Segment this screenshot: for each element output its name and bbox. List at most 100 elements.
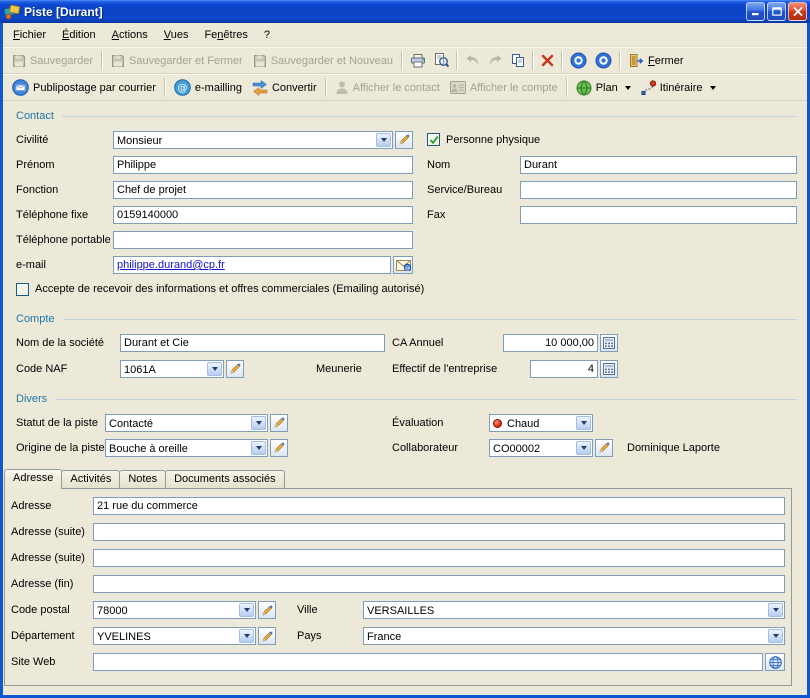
civilite-select[interactable]: Monsieur bbox=[113, 131, 393, 149]
itinerary-button[interactable]: Itinéraire bbox=[636, 77, 721, 99]
menu-edition[interactable]: Édition bbox=[54, 26, 104, 44]
code-postal-edit-button[interactable] bbox=[258, 601, 276, 619]
adresse-suite2-input[interactable] bbox=[93, 549, 785, 567]
plan-button[interactable]: Plan bbox=[571, 77, 636, 99]
ca-annuel-input[interactable] bbox=[503, 334, 598, 352]
maximize-restore-button[interactable] bbox=[767, 2, 786, 21]
statut-piste-select[interactable]: Contacté bbox=[105, 414, 268, 432]
departement-select[interactable]: YVELINES bbox=[93, 627, 256, 645]
save-new-button[interactable]: Sauvegarder et Nouveau bbox=[248, 50, 398, 72]
chevron-down-icon bbox=[256, 446, 262, 450]
undo-button[interactable] bbox=[461, 50, 484, 72]
effectif-input[interactable] bbox=[530, 360, 598, 378]
email-label: e-mail bbox=[16, 259, 113, 271]
window-body: Fichier Édition Actions Vues Fenêtres ? … bbox=[0, 23, 810, 698]
personne-physique-checkbox[interactable] bbox=[427, 133, 440, 146]
emailing-optin-checkbox[interactable] bbox=[16, 283, 29, 296]
service-bureau-input[interactable] bbox=[520, 181, 797, 199]
save-close-button[interactable]: Sauvegarder et Fermer bbox=[106, 50, 248, 72]
delete-button[interactable] bbox=[537, 50, 558, 72]
code-naf-edit-button[interactable] bbox=[226, 360, 244, 378]
adresse-fin-label: Adresse (fin) bbox=[11, 578, 93, 590]
print-button[interactable] bbox=[406, 50, 430, 72]
societe-input[interactable] bbox=[120, 334, 385, 352]
save-button[interactable]: Sauvegarder bbox=[7, 50, 98, 72]
tab-activites[interactable]: Activités bbox=[61, 470, 120, 488]
ville-select[interactable]: VERSAILLES bbox=[363, 601, 785, 619]
chevron-down-icon bbox=[212, 367, 218, 371]
service-bureau-label: Service/Bureau bbox=[427, 184, 520, 196]
previous-record-button[interactable] bbox=[566, 50, 591, 72]
adresse-input[interactable] bbox=[93, 497, 785, 515]
send-email-icon: @ bbox=[396, 260, 411, 271]
effectif-calculator-button[interactable] bbox=[600, 360, 618, 378]
menu-actions[interactable]: Actions bbox=[104, 26, 156, 44]
open-website-button[interactable] bbox=[765, 653, 785, 671]
show-account-button[interactable]: Afficher le compte bbox=[445, 77, 563, 99]
collaborateur-dropdown-button[interactable] bbox=[576, 441, 591, 455]
print-preview-button[interactable] bbox=[430, 50, 453, 72]
evaluation-select[interactable]: Chaud bbox=[489, 414, 593, 432]
civilite-dropdown-button[interactable] bbox=[376, 133, 391, 147]
menu-vues[interactable]: Vues bbox=[156, 26, 197, 44]
menu-fichier[interactable]: Fichier bbox=[5, 26, 54, 44]
mailmerge-button[interactable]: Publipostage par courrier bbox=[7, 77, 161, 99]
pays-select[interactable]: France bbox=[363, 627, 785, 645]
pays-dropdown-button[interactable] bbox=[768, 629, 783, 643]
origine-piste-edit-button[interactable] bbox=[270, 439, 288, 457]
send-email-button[interactable]: @ bbox=[393, 256, 413, 274]
adresse-fin-input[interactable] bbox=[93, 575, 785, 593]
civilite-value: Monsieur bbox=[114, 132, 375, 148]
civilite-row: Civilité Monsieur bbox=[16, 127, 797, 152]
telephone-portable-input[interactable] bbox=[113, 231, 413, 249]
fax-input[interactable] bbox=[520, 206, 797, 224]
civilite-edit-button[interactable] bbox=[395, 131, 413, 149]
origine-piste-select[interactable]: Bouche à oreille bbox=[105, 439, 268, 457]
code-naf-dropdown-button[interactable] bbox=[207, 362, 222, 376]
emailing-button[interactable]: @ e-mailling bbox=[169, 77, 247, 99]
pencil-icon bbox=[262, 631, 273, 642]
menu-aide[interactable]: ? bbox=[256, 26, 278, 44]
code-naf-select[interactable]: 1061A bbox=[120, 360, 224, 378]
evaluation-dropdown-button[interactable] bbox=[576, 416, 591, 430]
minimize-button[interactable] bbox=[746, 2, 765, 21]
origine-piste-label: Origine de la piste bbox=[16, 442, 105, 454]
chevron-down-icon bbox=[256, 421, 262, 425]
save-new-icon bbox=[253, 54, 267, 68]
tab-documents-associes[interactable]: Documents associés bbox=[165, 470, 285, 488]
redo-button[interactable] bbox=[484, 50, 507, 72]
civilite-label: Civilité bbox=[16, 134, 113, 146]
show-contact-button[interactable]: Afficher le contact bbox=[330, 77, 445, 99]
telephone-fixe-input[interactable] bbox=[113, 206, 413, 224]
site-web-input[interactable] bbox=[93, 653, 763, 671]
code-naf-label: Code NAF bbox=[16, 363, 120, 375]
tab-notes[interactable]: Notes bbox=[119, 470, 166, 488]
code-postal-select[interactable]: 78000 bbox=[93, 601, 256, 619]
close-form-button[interactable]: Fermer bbox=[624, 50, 688, 72]
tab-adresse[interactable]: Adresse bbox=[4, 469, 62, 489]
close-button[interactable] bbox=[788, 2, 807, 21]
fonction-input[interactable] bbox=[113, 181, 413, 199]
next-record-button[interactable] bbox=[591, 50, 616, 72]
convert-button[interactable]: Convertir bbox=[247, 77, 322, 99]
prenom-input[interactable] bbox=[113, 156, 413, 174]
origine-piste-dropdown-button[interactable] bbox=[251, 441, 266, 455]
adresse-label: Adresse bbox=[11, 500, 93, 512]
collaborateur-edit-button[interactable] bbox=[595, 439, 613, 457]
statut-piste-dropdown-button[interactable] bbox=[251, 416, 266, 430]
code-postal-dropdown-button[interactable] bbox=[239, 603, 254, 617]
departement-edit-button[interactable] bbox=[258, 627, 276, 645]
copy-button[interactable] bbox=[507, 50, 529, 72]
maximize-icon bbox=[772, 7, 782, 16]
app-window: Piste [Durant] Fichier Édition Actions V… bbox=[0, 0, 810, 698]
adresse-suite-input[interactable] bbox=[93, 523, 785, 541]
email-input[interactable] bbox=[113, 256, 391, 274]
ca-annuel-calculator-button[interactable] bbox=[600, 334, 618, 352]
ville-dropdown-button[interactable] bbox=[768, 603, 783, 617]
menu-fenetres[interactable]: Fenêtres bbox=[196, 26, 255, 44]
titlebar: Piste [Durant] bbox=[0, 0, 810, 23]
departement-dropdown-button[interactable] bbox=[239, 629, 254, 643]
nom-input[interactable] bbox=[520, 156, 797, 174]
collaborateur-select[interactable]: CO00002 bbox=[489, 439, 593, 457]
statut-piste-edit-button[interactable] bbox=[270, 414, 288, 432]
